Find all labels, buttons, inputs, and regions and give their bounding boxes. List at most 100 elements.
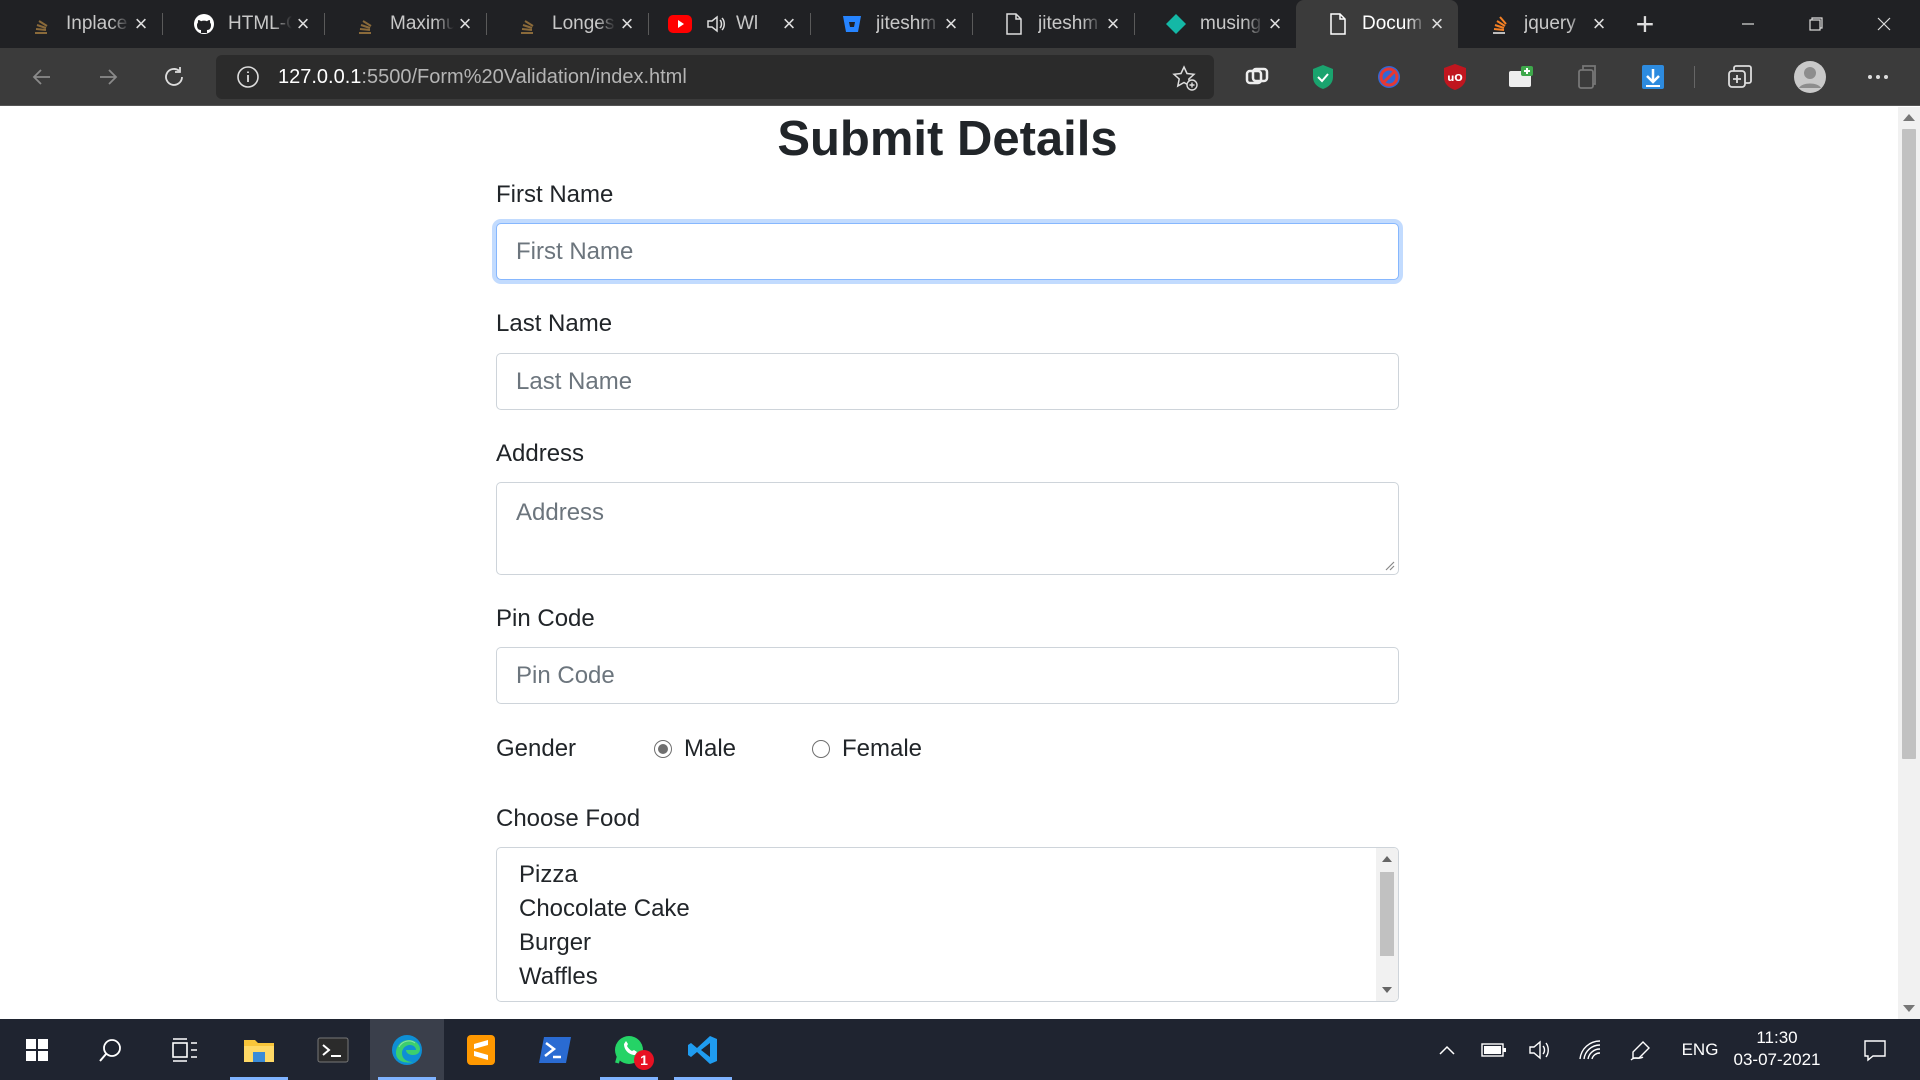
link-extension-icon[interactable]: [1241, 61, 1273, 93]
gender-female-radio[interactable]: Female: [812, 735, 922, 763]
show-hidden-icons-chevron-icon[interactable]: [1430, 1019, 1464, 1080]
scrollbar-thumb[interactable]: [1902, 129, 1916, 759]
bitbucket-icon: [840, 12, 864, 36]
gender-label: Gender: [496, 735, 577, 762]
restore-button[interactable]: [1782, 0, 1850, 48]
first-name-placeholder: First Name: [516, 237, 634, 265]
vscode-icon[interactable]: [666, 1019, 740, 1080]
tab-title: jiteshm: [876, 13, 937, 34]
close-tab-icon[interactable]: ×: [454, 11, 476, 36]
document-icon: [1326, 12, 1350, 36]
windows-start-icon[interactable]: [0, 1019, 74, 1080]
search-icon[interactable]: [74, 1019, 148, 1080]
radio-unchecked-icon[interactable]: [812, 740, 830, 758]
back-button[interactable]: [22, 57, 62, 97]
close-tab-icon[interactable]: ×: [130, 11, 152, 36]
stackoverflow-icon: [516, 12, 540, 36]
tab-title: Inplace: [66, 13, 128, 34]
screenshot-extension-icon[interactable]: [1505, 61, 1537, 93]
close-tab-icon[interactable]: ×: [1264, 11, 1286, 36]
gender-male-label: Male: [684, 735, 737, 762]
browser-tab[interactable]: Longes ×: [486, 0, 648, 48]
pin-code-label: Pin Code: [496, 605, 595, 632]
close-tab-icon[interactable]: ×: [1102, 11, 1124, 36]
pin-code-input[interactable]: Pin Code: [496, 647, 1399, 704]
url-path: :5500/Form%20Validation/index.html: [361, 65, 687, 88]
shield-extension-icon[interactable]: [1307, 61, 1339, 93]
resize-handle-icon[interactable]: [1383, 559, 1395, 571]
browser-tab[interactable]: Wl ×: [648, 0, 810, 48]
minimize-button[interactable]: [1714, 0, 1782, 48]
copy-extension-icon[interactable]: [1571, 61, 1603, 93]
radio-checked-icon[interactable]: [654, 740, 672, 758]
close-tab-icon[interactable]: ×: [1588, 11, 1610, 36]
more-options-icon[interactable]: [1862, 61, 1894, 93]
food-select[interactable]: Pizza Chocolate Cake Burger Waffles: [496, 847, 1399, 1002]
refresh-button[interactable]: [154, 57, 194, 97]
battery-icon[interactable]: [1474, 1019, 1514, 1080]
food-option[interactable]: Pizza: [497, 858, 1398, 892]
close-tab-icon[interactable]: ×: [940, 11, 962, 36]
new-tab-button[interactable]: +: [1620, 0, 1670, 48]
speaker-icon[interactable]: [704, 12, 728, 36]
first-name-input[interactable]: First Name: [496, 223, 1399, 280]
add-favorite-icon[interactable]: [1172, 65, 1198, 96]
close-window-button[interactable]: [1850, 0, 1918, 48]
close-tab-icon[interactable]: ×: [292, 11, 314, 36]
browser-tab[interactable]: jiteshm ×: [810, 0, 972, 48]
close-tab-icon[interactable]: ×: [616, 11, 638, 36]
browser-tab[interactable]: musing ×: [1134, 0, 1296, 48]
food-option[interactable]: Waffles: [497, 960, 1398, 994]
last-name-placeholder: Last Name: [516, 367, 633, 395]
page-title: Submit Details: [777, 112, 1118, 166]
browser-tab[interactable]: HTML-C ×: [162, 0, 324, 48]
scroll-down-arrow-icon[interactable]: [1903, 1005, 1915, 1012]
system-clock[interactable]: 11:30 03-07-2021: [1722, 1027, 1832, 1071]
action-center-icon[interactable]: [1848, 1019, 1902, 1080]
task-view-icon[interactable]: [148, 1019, 222, 1080]
svg-text:uO: uO: [1447, 73, 1463, 84]
download-extension-icon[interactable]: [1637, 61, 1669, 93]
youtube-icon: [668, 12, 692, 36]
sublime-text-icon[interactable]: [444, 1019, 518, 1080]
stackoverflow-icon: [354, 12, 378, 36]
blocker-extension-icon[interactable]: [1373, 61, 1405, 93]
browser-tab[interactable]: jiteshm ×: [972, 0, 1134, 48]
browser-tab-active[interactable]: Docum ×: [1296, 0, 1458, 48]
scrollbar-thumb[interactable]: [1380, 872, 1394, 956]
gender-male-radio[interactable]: Male: [654, 735, 736, 763]
scroll-up-arrow-icon[interactable]: [1903, 114, 1915, 121]
close-tab-icon[interactable]: ×: [778, 11, 800, 36]
edge-icon[interactable]: [370, 1019, 444, 1080]
profile-avatar[interactable]: [1792, 59, 1828, 95]
last-name-label: Last Name: [496, 310, 613, 337]
github-icon: [192, 12, 216, 36]
file-explorer-icon[interactable]: [222, 1019, 296, 1080]
browser-tab[interactable]: Maximu ×: [324, 0, 486, 48]
food-select-scrollbar[interactable]: [1376, 848, 1398, 1001]
network-icon[interactable]: [1570, 1019, 1610, 1080]
input-language-indicator[interactable]: ENG: [1672, 1019, 1728, 1080]
forward-button[interactable]: [88, 57, 128, 97]
whatsapp-icon[interactable]: 1: [592, 1019, 666, 1080]
volume-icon[interactable]: [1520, 1019, 1560, 1080]
food-option[interactable]: Burger: [497, 926, 1398, 960]
site-info-icon[interactable]: [236, 65, 260, 89]
address-textarea[interactable]: Address: [496, 482, 1399, 575]
scroll-down-arrow-icon[interactable]: [1382, 987, 1392, 993]
tab-title: Longes: [552, 13, 615, 34]
pen-workspace-icon[interactable]: [1620, 1019, 1664, 1080]
collections-icon[interactable]: [1724, 61, 1756, 93]
food-option[interactable]: Chocolate Cake: [497, 892, 1398, 926]
browser-tab[interactable]: Inplace ×: [0, 0, 162, 48]
browser-tab[interactable]: jquery ×: [1458, 0, 1620, 48]
ublock-origin-icon[interactable]: uO: [1439, 61, 1471, 93]
page-viewport: Submit Details First Name First Name Las…: [0, 107, 1898, 1019]
address-bar[interactable]: 127.0.0.1:5500/Form%20Validation/index.h…: [216, 55, 1214, 99]
terminal-icon[interactable]: [296, 1019, 370, 1080]
scroll-up-arrow-icon[interactable]: [1382, 856, 1392, 862]
close-tab-icon[interactable]: ×: [1426, 11, 1448, 36]
last-name-input[interactable]: Last Name: [496, 353, 1399, 410]
powershell-icon[interactable]: [518, 1019, 592, 1080]
page-scrollbar[interactable]: [1898, 107, 1920, 1019]
